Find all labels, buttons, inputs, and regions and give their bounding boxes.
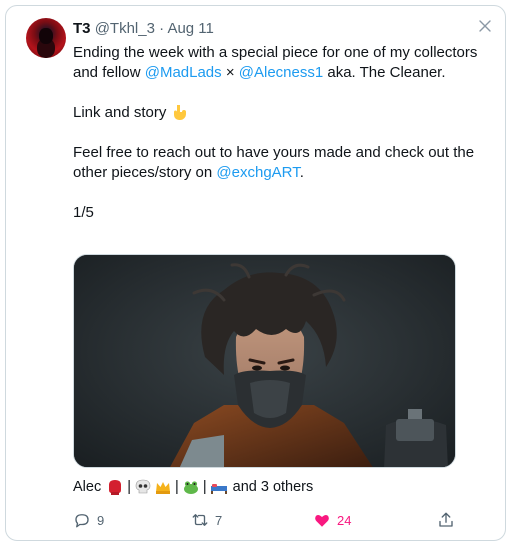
text-segment: .	[299, 164, 304, 181]
close-icon[interactable]	[477, 18, 493, 34]
skull-icon	[135, 479, 151, 494]
reaction-separator: |	[175, 479, 179, 495]
reaction-name[interactable]: Alec	[73, 477, 101, 497]
handle[interactable]: @Tkhl_3	[95, 20, 155, 37]
header-separator: ·	[159, 20, 165, 37]
bed-icon	[210, 484, 227, 494]
tweet-paragraph-1: Ending the week with a special piece for…	[73, 43, 493, 83]
text-segment: ×	[221, 64, 239, 81]
text-segment: Link and story	[73, 104, 171, 121]
thread-counter: 1/5	[73, 204, 94, 221]
reply-button[interactable]: 9	[73, 510, 104, 530]
display-name[interactable]: T3	[73, 20, 91, 37]
share-button[interactable]	[437, 510, 461, 530]
tweet-card[interactable]: T3 @Tkhl_3 · Aug 11 Ending the week with…	[5, 5, 506, 541]
tweet-image[interactable]	[73, 254, 456, 468]
tweet-paragraph-3: Feel free to reach out to have yours mad…	[73, 143, 493, 183]
reaction-separator: |	[127, 479, 132, 495]
reply-count: 9	[97, 512, 105, 528]
pointing-down-emoji-icon	[173, 105, 186, 120]
mention-madlads[interactable]: @MadLads	[145, 64, 222, 81]
reply-icon	[75, 514, 89, 528]
retweet-count: 7	[215, 512, 223, 528]
boxing-glove-icon	[109, 480, 122, 495]
mention-alecness1[interactable]: @Alecness1	[239, 64, 323, 81]
frog-icon	[183, 481, 198, 494]
tweet-paragraph-2: Link and story	[73, 103, 493, 123]
crown-icon	[156, 482, 171, 494]
mention-exchgart[interactable]: @exchgART	[216, 164, 299, 181]
share-icon	[439, 512, 453, 527]
action-bar: 9 7 24	[73, 510, 456, 530]
portrait-artwork	[74, 255, 455, 467]
text-segment: aka. The Cleaner.	[323, 64, 446, 81]
like-count: 24	[337, 512, 352, 528]
reaction-line: Alec | | | and 3 others	[73, 477, 313, 497]
retweet-button[interactable]: 7	[191, 510, 222, 530]
heart-icon	[315, 514, 329, 527]
tweet-header: T3 @Tkhl_3 · Aug 11	[73, 19, 214, 39]
like-button[interactable]: 24	[313, 510, 351, 530]
avatar[interactable]	[26, 18, 66, 58]
reaction-separator: |	[202, 479, 207, 495]
tweet-text: Ending the week with a special piece for…	[73, 43, 493, 223]
tweet-date[interactable]: Aug 11	[167, 20, 213, 37]
retweet-icon	[192, 514, 208, 526]
reaction-others[interactable]: and 3 others	[233, 477, 314, 497]
